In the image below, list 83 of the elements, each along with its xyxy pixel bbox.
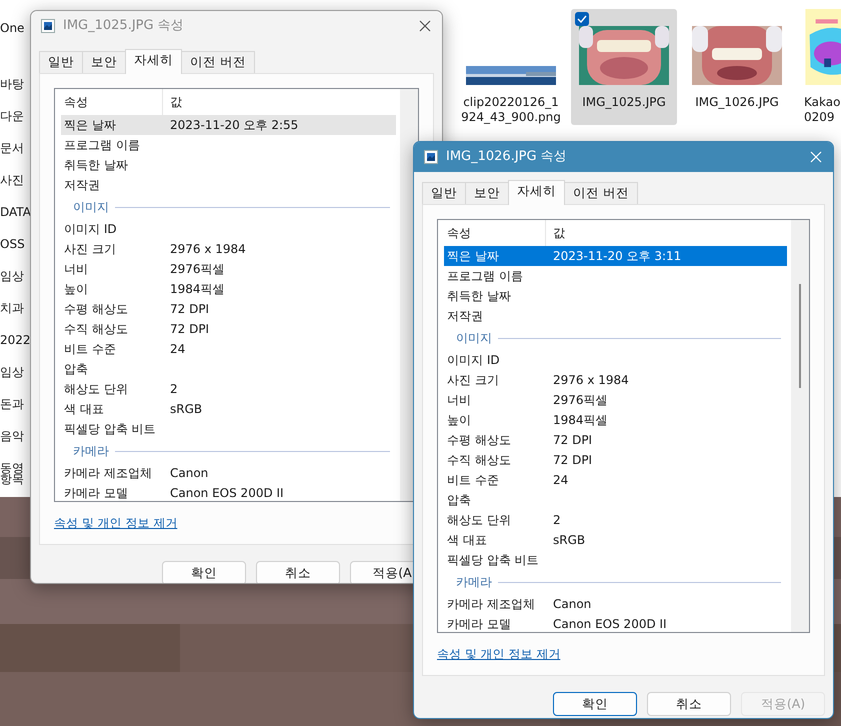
file-item[interactable]: clip20220126_1 924_43_900.png [458,9,564,125]
property-row[interactable]: 해상도 단위 2 [61,379,396,399]
checkmark-icon [577,15,587,23]
dialog-button[interactable]: 취소 [647,692,731,716]
property-row[interactable]: 찍은 날짜 2023-11-20 오후 2:55 [61,115,396,135]
sidebar-item[interactable]: DATA [0,202,34,234]
property-row[interactable]: 프로그램 이름 [61,135,396,155]
sidebar-item[interactable]: 문서 [0,138,34,170]
close-icon [419,20,431,32]
property-row[interactable]: 픽셀당 압축 비트 [61,419,396,439]
property-row[interactable]: 프로그램 이름 [444,266,787,286]
sidebar-item[interactable]: 바탕 [0,74,34,106]
column-header[interactable]: 값 [546,220,791,246]
property-row[interactable]: 취득한 날짜 [444,286,787,306]
file-item[interactable]: IMG_1026.JPG [684,9,790,125]
dialog-button[interactable]: 취소 [256,561,340,583]
property-row[interactable]: 카메라 제조업체 Canon [61,463,396,483]
window-title: IMG_1025.JPG 속성 [63,17,185,36]
property-row[interactable]: 너비 2976픽셀 [444,390,787,410]
sidebar-item[interactable]: 다운 [0,106,34,138]
property-row[interactable]: 수직 해상도 72 DPI [61,319,396,339]
tab[interactable]: 자세히 [508,180,565,205]
scrollbar-thumb[interactable] [799,284,801,388]
tab[interactable]: 자세히 [125,49,182,74]
sidebar-item[interactable]: 돈과 [0,394,34,426]
property-row[interactable]: 사진 크기 2976 x 1984 [61,239,396,259]
file-name: IMG_1026.JPG [695,95,779,110]
property-row[interactable]: 색 대표 sRGB [61,399,396,419]
property-row[interactable]: 너비 2976픽셀 [61,259,396,279]
scrollbar[interactable] [791,220,809,632]
tab[interactable]: 일반 [39,51,83,73]
property-row[interactable]: 카메라 모델 Canon EOS 200D II [444,614,787,632]
file-name: clip20220126_1 924_43_900.png [461,95,561,125]
sidebar-item[interactable]: OSS [0,234,34,266]
sidebar-item[interactable]: 치과 [0,298,34,330]
property-row[interactable]: 비트 수준 24 [61,339,396,359]
remove-properties-link[interactable]: 속성 및 개인 정보 제거 [437,645,560,663]
property-row[interactable]: 압축 [61,359,396,379]
property-row[interactable]: 수평 해상도 72 DPI [61,299,396,319]
property-row[interactable]: 높이 1984픽셀 [61,279,396,299]
dialog-button[interactable]: 확인 [162,561,246,583]
remove-properties-link[interactable]: 속성 및 개인 정보 제거 [54,514,178,532]
window-title: IMG_1026.JPG 속성 [446,148,568,166]
property-row[interactable]: 이미지 ID [61,219,396,239]
property-row[interactable]: 색 대표 sRGB [444,530,787,550]
file-name: Kakao 0209 [804,95,840,125]
checkbox[interactable] [575,12,589,26]
property-row[interactable]: 찍은 날짜 2023-11-20 오후 3:11 [444,246,787,266]
property-row[interactable]: 저작권 [444,306,787,326]
property-row[interactable]: 카메라 제조업체 Canon [444,594,787,614]
section-heading: 카메라 [73,443,109,460]
section-heading: 이미지 [456,330,492,347]
section-heading: 카메라 [456,574,492,591]
tab[interactable]: 일반 [422,182,466,204]
property-row[interactable]: 사진 크기 2976 x 1984 [444,370,787,390]
property-row[interactable]: 수직 해상도 72 DPI [444,450,787,470]
tab[interactable]: 이전 버전 [181,51,255,73]
property-row[interactable]: 높이 1984픽셀 [444,410,787,430]
property-row[interactable]: 해상도 단위 2 [444,510,787,530]
image-file-icon [41,19,55,33]
file-item[interactable]: Kakao 0209 [797,9,841,125]
tab[interactable]: 이전 버전 [564,182,638,204]
sidebar-item[interactable]: 임상 [0,266,34,298]
sidebar-item[interactable]: One [0,18,34,50]
file-item[interactable]: IMG_1025.JPG [571,9,677,125]
sidebar-item[interactable]: 임상 [0,362,34,394]
property-row[interactable]: 이미지 ID [444,350,787,370]
image-file-icon [424,150,438,164]
sidebar-item[interactable]: 사진 [0,170,34,202]
property-row[interactable]: 압축 [444,490,787,510]
property-row[interactable]: 비트 수준 24 [444,470,787,490]
property-row[interactable]: 카메라 모델 Canon EOS 200D II [61,483,396,501]
dialog-button[interactable]: 확인 [553,692,637,716]
sidebar-item[interactable]: 2022 [0,330,34,362]
property-row[interactable]: 픽셀당 압축 비트 [444,550,787,570]
column-header[interactable]: 값 [163,89,400,115]
close-icon [810,151,822,163]
file-name: IMG_1025.JPG [582,95,666,110]
property-row[interactable]: 수평 해상도 72 DPI [444,430,787,450]
section-heading: 이미지 [73,199,109,216]
sidebar-item[interactable]: 음악 [0,426,34,458]
property-row[interactable]: 취득한 날짜 [61,155,396,175]
property-row[interactable]: 저작권 [61,175,396,195]
